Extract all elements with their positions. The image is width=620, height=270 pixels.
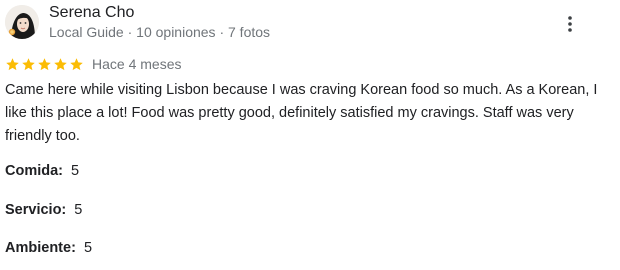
profile-photo-icon: [5, 5, 39, 39]
subrating-value: 5: [70, 202, 83, 218]
star-icon: [22, 57, 35, 70]
rating-row: Hace 4 meses: [5, 55, 181, 73]
author-name[interactable]: Serena Cho: [49, 3, 134, 23]
review-text: Came here while visiting Lisbon because …: [5, 82, 598, 144]
more-vert-icon: [568, 16, 572, 32]
subrating-service: Servicio: 5: [5, 200, 82, 220]
review-card: Serena Cho Local Guide · 10 opiniones · …: [0, 0, 620, 270]
star-icon: [38, 57, 51, 70]
review-date: Hace 4 meses: [92, 56, 182, 72]
star-rating: [5, 57, 84, 72]
author-meta: Local Guide · 10 opiniones · 7 fotos: [49, 24, 271, 40]
subrating-atmosphere: Ambiente: 5: [5, 238, 92, 258]
subrating-value: 5: [79, 240, 93, 256]
subrating-value: 5: [67, 163, 80, 179]
star-icon: [70, 57, 83, 70]
subrating-label: Servicio:: [5, 202, 67, 218]
subrating-label: Ambiente:: [5, 240, 76, 256]
star-icon: [54, 57, 67, 70]
subrating-food: Comida: 5: [5, 161, 79, 181]
author-avatar[interactable]: [5, 5, 39, 39]
more-options-button[interactable]: [558, 12, 582, 36]
subrating-label: Comida:: [5, 163, 63, 179]
star-icon: [6, 57, 19, 70]
